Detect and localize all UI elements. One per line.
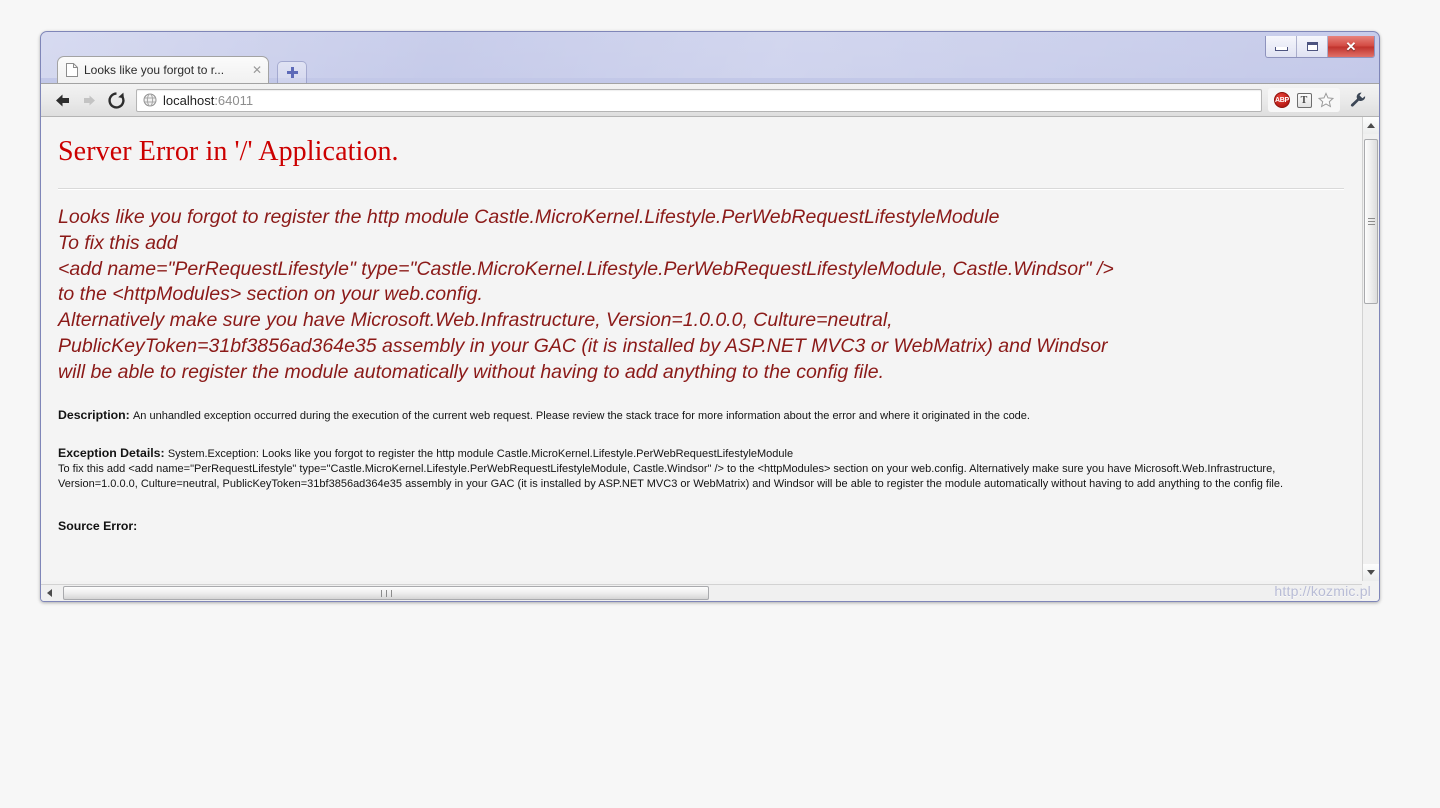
chevron-left-icon xyxy=(47,589,52,597)
tab-close-icon[interactable]: ✕ xyxy=(250,64,264,76)
exception-details-lines: To fix this add <add name="PerRequestLif… xyxy=(58,463,1284,491)
page-icon xyxy=(66,63,78,77)
exception-details-section: Exception Details: System.Exception: Loo… xyxy=(58,446,1344,493)
window-controls: ✕ xyxy=(1265,36,1375,58)
vertical-scrollbar-thumb[interactable] xyxy=(1364,139,1378,304)
minimize-icon xyxy=(1274,47,1288,51)
exception-details-text: System.Exception: Looks like you forgot … xyxy=(167,447,794,460)
browser-window: ✕ Looks like you forgot to r... ✕ localh… xyxy=(40,31,1380,602)
tab-strip: Looks like you forgot to r... ✕ xyxy=(41,56,1379,83)
description-label: Description: xyxy=(58,407,130,422)
chevron-down-icon xyxy=(1367,570,1375,575)
screen: ✕ Looks like you forgot to r... ✕ localh… xyxy=(0,0,1440,808)
star-icon xyxy=(1318,92,1334,108)
close-window-button[interactable]: ✕ xyxy=(1328,36,1374,57)
error-message: Looks like you forgot to register the ht… xyxy=(58,206,1114,383)
browser-tab[interactable]: Looks like you forgot to r... ✕ xyxy=(57,56,269,83)
adblock-button[interactable]: ABP xyxy=(1271,89,1293,111)
page-title: Server Error in '/' Application. xyxy=(58,136,399,167)
globe-icon xyxy=(143,93,157,107)
scroll-up-button[interactable] xyxy=(1363,117,1379,134)
browser-toolbar: localhost:64011 ABP T xyxy=(41,83,1379,117)
chevron-up-icon xyxy=(1367,123,1375,128)
grip-icon xyxy=(1367,216,1375,227)
horizontal-scrollbar[interactable] xyxy=(41,584,1362,601)
forward-button[interactable] xyxy=(76,87,103,113)
back-button[interactable] xyxy=(49,87,76,113)
chrome-menu-button[interactable] xyxy=(1344,87,1371,113)
address-port: :64011 xyxy=(214,92,254,108)
reload-button[interactable] xyxy=(103,87,130,113)
error-page: Server Error in '/' Application. Looks l… xyxy=(41,117,1362,581)
translate-button[interactable]: T xyxy=(1293,89,1315,111)
scroll-down-button[interactable] xyxy=(1363,564,1379,581)
description-text: An unhandled exception occurred during t… xyxy=(132,409,1030,422)
minimize-button[interactable] xyxy=(1266,36,1297,57)
maximize-button[interactable] xyxy=(1297,36,1328,57)
address-host: localhost xyxy=(163,92,215,108)
plus-icon xyxy=(286,67,298,78)
maximize-icon xyxy=(1306,42,1318,51)
new-tab-button[interactable] xyxy=(277,61,307,83)
wrench-icon xyxy=(1350,92,1365,107)
adblock-icon: ABP xyxy=(1274,92,1290,108)
address-bar[interactable]: localhost:64011 xyxy=(136,88,1262,112)
vertical-scrollbar[interactable] xyxy=(1362,117,1379,581)
extension-icons: ABP T xyxy=(1268,88,1340,112)
page-viewport: Server Error in '/' Application. Looks l… xyxy=(41,117,1379,601)
source-error-label: Source Error: xyxy=(58,518,138,533)
grip-icon xyxy=(379,589,394,597)
translate-icon: T xyxy=(1296,92,1312,108)
close-icon: ✕ xyxy=(1345,39,1357,54)
forward-arrow-icon xyxy=(84,95,95,105)
reload-icon xyxy=(108,91,125,109)
description-section: Description: An unhandled exception occu… xyxy=(58,408,1344,424)
tab-title: Looks like you forgot to r... xyxy=(84,63,225,77)
title-divider xyxy=(58,188,1344,190)
address-bar-text: localhost:64011 xyxy=(163,93,253,108)
exception-details-label: Exception Details: xyxy=(58,445,165,460)
bookmark-button[interactable] xyxy=(1315,89,1337,111)
scroll-left-button[interactable] xyxy=(41,585,58,601)
error-page-content: Server Error in '/' Application. Looks l… xyxy=(41,117,1362,533)
back-arrow-icon xyxy=(56,94,69,106)
horizontal-scrollbar-thumb[interactable] xyxy=(63,586,709,600)
